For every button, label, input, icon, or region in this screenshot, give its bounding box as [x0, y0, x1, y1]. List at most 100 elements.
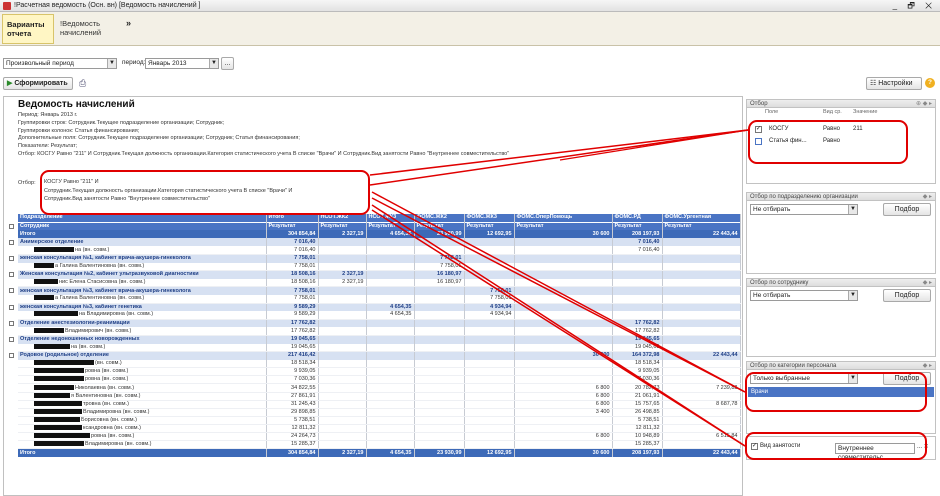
grid-cell: [318, 351, 367, 360]
dept-filter-title: Отбор по подразделению организации ◆ ▸: [746, 192, 936, 201]
generate-button[interactable]: ▶ Сформировать: [3, 77, 73, 90]
grid-cell: 7 758,01: [266, 254, 319, 263]
table-row[interactable]: Владимировна (вн. совм.) 15 285,37 15 285,…: [18, 440, 741, 450]
collapse-icon[interactable]: [9, 305, 14, 310]
period-select[interactable]: Январь 2013 ▼: [145, 58, 219, 69]
grid-cell: [662, 335, 741, 344]
group-row[interactable]: Отделение недоношенных новорожденных 19 0…: [18, 335, 741, 344]
table-row[interactable]: на (вн. совм.) 7 016,40 7 016,40: [18, 246, 741, 255]
filter-col-cmp: Вид ср.: [823, 109, 842, 115]
settings-button[interactable]: ☷ Настройки: [866, 77, 922, 90]
grid-cell: [662, 294, 741, 304]
emp-filter-select[interactable]: Не отбирать ▼: [750, 290, 858, 301]
grid-cell: 7 030,36: [612, 375, 663, 385]
panel-controls-icon[interactable]: ⊕ ◆ ▸: [916, 100, 932, 108]
dept-filter-select[interactable]: Не отбирать ▼: [750, 204, 858, 215]
period-type-value: Произвольный период: [6, 60, 74, 67]
group-row[interactable]: женская консультация №3, кабинет генетик…: [18, 303, 741, 312]
redaction-bar: [34, 392, 70, 398]
table-row[interactable]: нис Елена Стасисовна (вн. совм.) 18 508,1…: [18, 278, 741, 288]
table-row[interactable]: ровна (вн. совм.) 9 939,05 9 939,05: [18, 367, 741, 377]
employee-name: ровна (вн. совм.): [91, 433, 135, 440]
collapse-icon[interactable]: [9, 321, 14, 326]
help-icon[interactable]: ?: [925, 78, 935, 88]
table-header-row[interactable]: Подразделение Итого НСОТ.ЖК2 НСОТ.ЖК3 ФОМС.Ж…: [18, 214, 741, 223]
collapse-icon[interactable]: [9, 256, 14, 261]
collapse-icon[interactable]: [9, 240, 14, 245]
grid-cell: 18 508,16: [266, 270, 319, 279]
grid-cell: [318, 408, 367, 417]
group-row[interactable]: Анимерское отделение 7 016,40 7 016,40: [18, 238, 741, 247]
table-row[interactable]: Борисовна (вн. совм.) 5 738,51 5 738,51: [18, 416, 741, 425]
table-row[interactable]: ровна (вн. совм.) 7 030,36 7 030,36: [18, 375, 741, 385]
chevron-down-icon[interactable]: ▼: [209, 59, 218, 68]
table-row[interactable]: ксандровна (вн. совм.) 12 811,32 12 811,32: [18, 424, 741, 434]
grid-cell: [514, 343, 613, 353]
grid-cell: [366, 343, 415, 353]
grid-cell: ровна (вн. совм.): [18, 375, 267, 385]
tab-report-variants[interactable]: Варианты отчета: [2, 14, 54, 44]
table-row[interactable]: Владимировна (вн. совм.) 29 898,85 3 400 26…: [18, 408, 741, 417]
panel-controls-icon[interactable]: ◆ ▸: [923, 193, 932, 201]
window-controls[interactable]: _ 🗗 ✕: [893, 0, 936, 12]
collapse-icon[interactable]: [9, 272, 14, 277]
table-row[interactable]: ровна (вн. совм.) 24 264,73 6 800 10 948,89…: [18, 432, 741, 442]
emp-pick-button[interactable]: Подбор: [883, 289, 931, 302]
collapse-icon[interactable]: [9, 288, 14, 293]
table-row[interactable]: на (вн. совм.) 19 045,65 19 045,65: [18, 343, 741, 353]
grid-cell: [464, 270, 515, 279]
report-table: Подразделение Итого НСОТ.ЖК2 НСОТ.ЖК3 ФОМС.Ж…: [18, 214, 741, 457]
period-ellipsis-button[interactable]: ...: [221, 57, 234, 70]
report-params: Период: Январь 2013 г. Группировки строк…: [18, 112, 738, 159]
collapse-icon[interactable]: [9, 224, 14, 229]
table-row[interactable]: на Владимировна (вн. совм.) 9 589,29 4 654…: [18, 311, 741, 320]
period-type-select[interactable]: Произвольный период ▼: [3, 58, 117, 69]
grid-cell: [414, 432, 465, 442]
grid-cell: 15 285,37: [266, 440, 319, 450]
panel-controls-icon[interactable]: ◆ ▸: [923, 279, 932, 287]
employee-name: Владимировна (вн. совм.): [85, 441, 152, 448]
collapse-icon[interactable]: [9, 353, 14, 358]
tab-report[interactable]: !Ведомость начислений: [56, 14, 108, 44]
total-row[interactable]: Итого 304 854,84 2 327,19 4 654,35 23 930,99…: [18, 448, 741, 457]
table-row[interactable]: а Галина Валентиновна (вн. совм.) 7 758,0…: [18, 294, 741, 304]
grid-cell: [366, 319, 415, 328]
collapse-icon[interactable]: [9, 337, 14, 342]
grid-cell: [366, 286, 415, 295]
group-row[interactable]: женская консультация №1, кабинет врача-а…: [18, 254, 741, 263]
grid-cell: Отделение недоношенных новорожденных: [18, 335, 267, 344]
report-param-line: Отбор: КОСГУ Равно "211" И Сотрудник.Тек…: [18, 150, 510, 157]
chevron-down-icon[interactable]: ▼: [848, 291, 857, 300]
group-row[interactable]: Родовое (родильное) отделение 217 416,42 3…: [18, 351, 741, 360]
table-row[interactable]: (вн. совм.) 18 518,34 18 518,34: [18, 359, 741, 369]
group-row[interactable]: женская консультация №3, кабинет врача-а…: [18, 286, 741, 295]
table-row[interactable]: Владимирович (вн. совм.) 17 762,82 17 762,…: [18, 327, 741, 336]
grid-cell: [366, 432, 415, 442]
grid-cell: 6 800: [514, 392, 613, 401]
total-row[interactable]: Итого 304 854,84 2 327,19 4 654,35 23 930,99…: [18, 230, 741, 239]
panel-controls-icon[interactable]: ◆ ▸: [923, 362, 932, 370]
grid-cell: [662, 286, 741, 295]
group-row[interactable]: Женская консультация №2, кабинет ультраз…: [18, 270, 741, 279]
more-icon[interactable]: »: [122, 14, 136, 44]
chevron-down-icon[interactable]: ▼: [848, 205, 857, 214]
filter-col-field: Поле: [765, 109, 779, 115]
grid-cell: [366, 262, 415, 272]
table-row[interactable]: тровна (вн. совм.) 31 245,43 6 800 15 757,6…: [18, 400, 741, 409]
table-row[interactable]: я Валентиновна (вн. совм.) 27 861,91 6 800…: [18, 392, 741, 401]
table-subheader-row[interactable]: Сотрудник Результат Результат Результат Резу…: [18, 221, 741, 231]
chevron-down-icon[interactable]: ▼: [107, 59, 116, 68]
grid-cell: [464, 278, 515, 288]
print-icon[interactable]: ⎙: [79, 78, 86, 89]
employee-name: нис Елена Стасисовна (вн. совм.): [59, 279, 146, 286]
grid-cell: [414, 327, 465, 336]
grid-cell: [366, 359, 415, 369]
redaction-bar: [34, 327, 64, 333]
group-row[interactable]: Отделение анестезиологии-реанимации 17 76…: [18, 319, 741, 328]
grid-cell: на (вн. совм.): [18, 246, 267, 255]
row-group-tree[interactable]: [8, 214, 16, 494]
dept-pick-button[interactable]: Подбор: [883, 203, 931, 216]
table-row[interactable]: а Галина Валентиновна (вн. совм.) 7 758,0…: [18, 262, 741, 272]
grid-cell: [662, 343, 741, 353]
table-row[interactable]: Николаевна (вн. совм.) 34 822,55 6 800 20 7…: [18, 383, 741, 393]
